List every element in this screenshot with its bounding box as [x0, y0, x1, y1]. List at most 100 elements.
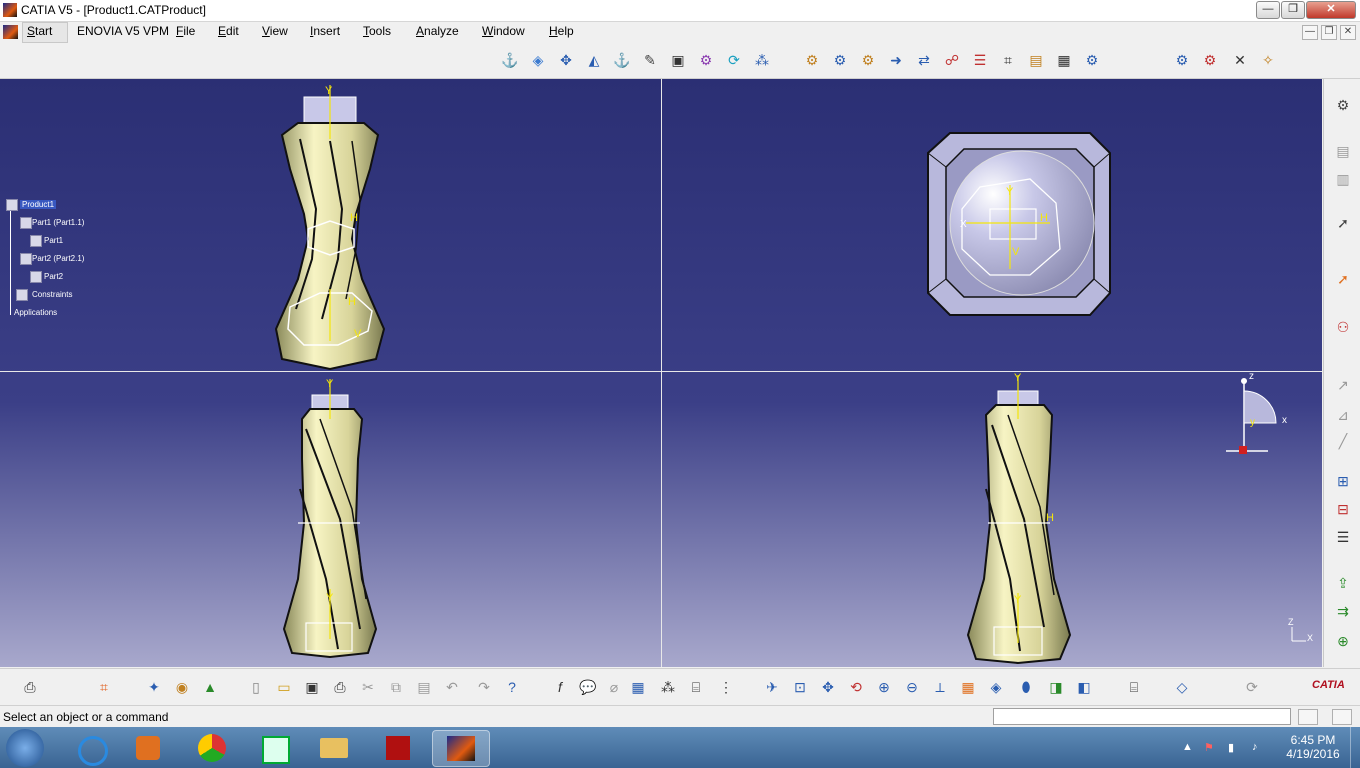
- close-button[interactable]: ✕: [1306, 1, 1356, 19]
- shapes-icon[interactable]: ▲: [200, 677, 220, 697]
- measure-icon[interactable]: ▣: [668, 50, 688, 70]
- component-icon[interactable]: [20, 253, 32, 265]
- 3d-viewport[interactable]: Y H H V Y H V X Y Y Y H Y z x y Z X Prod…: [0, 79, 1322, 667]
- redo-icon[interactable]: ↷: [474, 677, 494, 697]
- zoom-in-icon[interactable]: ⊕: [874, 677, 894, 697]
- drawing-app-icon[interactable]: [246, 730, 302, 765]
- part-gear-icon[interactable]: [30, 271, 42, 283]
- comment-icon[interactable]: 💬: [578, 677, 598, 697]
- refresh-icon[interactable]: ⟳: [1242, 677, 1262, 697]
- menu-view[interactable]: View: [262, 24, 288, 38]
- knowledge-icon[interactable]: ⁂: [658, 677, 678, 697]
- properties-icon[interactable]: ⌸: [1124, 677, 1144, 697]
- normal-view-icon[interactable]: ⟂: [930, 677, 950, 697]
- restore-button[interactable]: ❐: [1281, 1, 1305, 19]
- distance-icon[interactable]: ✕: [1230, 50, 1250, 70]
- catia-app-icon[interactable]: [3, 3, 17, 17]
- zoom-out-icon[interactable]: ⊖: [902, 677, 922, 697]
- camera-icon[interactable]: ⎙: [20, 677, 40, 697]
- pattern-icon[interactable]: ⁂: [752, 50, 772, 70]
- fit-all-icon[interactable]: ⊡: [790, 677, 810, 697]
- save-icon[interactable]: ▣: [302, 677, 322, 697]
- signal-icon[interactable]: ▮: [1228, 741, 1234, 754]
- hide-show-icon[interactable]: ◨: [1046, 677, 1066, 697]
- command-options-button[interactable]: [1332, 709, 1352, 725]
- iso-view-icon[interactable]: ◈: [986, 677, 1006, 697]
- product-icon[interactable]: [6, 199, 18, 211]
- windows-start-orb-icon[interactable]: [6, 729, 44, 767]
- component-icon[interactable]: ⚙: [830, 50, 850, 70]
- chrome-browser-icon[interactable]: [184, 730, 240, 765]
- ie-browser-icon[interactable]: [62, 730, 118, 766]
- reorder-list-icon[interactable]: ☰: [1332, 527, 1354, 547]
- constraint-icon[interactable]: ⊞: [1332, 471, 1354, 491]
- explode-icon[interactable]: ⚙: [696, 50, 716, 70]
- menu-tools[interactable]: Tools: [363, 24, 391, 38]
- anchor-icon[interactable]: ⚓: [612, 50, 632, 70]
- insert-existing-icon[interactable]: ➜: [886, 50, 906, 70]
- manipulate-icon[interactable]: ✥: [556, 50, 576, 70]
- mdi-restore-button[interactable]: ❐: [1321, 25, 1337, 40]
- copy-icon[interactable]: ⧉: [386, 677, 406, 697]
- catia-logo-icon[interactable]: [3, 25, 18, 39]
- minimize-button[interactable]: —: [1256, 1, 1280, 19]
- reorder-icon[interactable]: ☰: [970, 50, 990, 70]
- select-arrow-icon[interactable]: ➚: [1332, 269, 1354, 289]
- menu-file[interactable]: File: [176, 24, 195, 38]
- paste-icon[interactable]: ▤: [414, 677, 434, 697]
- tree-item-applications[interactable]: Applications: [14, 308, 57, 317]
- show-desktop-button[interactable]: [1350, 727, 1360, 768]
- swap-space-icon[interactable]: ◧: [1074, 677, 1094, 697]
- pointer-select-icon[interactable]: ➚: [1332, 213, 1354, 233]
- mdi-minimize-button[interactable]: —: [1302, 25, 1318, 40]
- smart-move-icon[interactable]: ⊕: [1332, 631, 1354, 651]
- catalog-browser-icon[interactable]: ▥: [1332, 169, 1354, 189]
- pan-icon[interactable]: ✥: [818, 677, 838, 697]
- command-history-button[interactable]: [1298, 709, 1318, 725]
- network-warning-icon[interactable]: ⚑: [1204, 741, 1214, 754]
- select-icon[interactable]: ▦: [1054, 50, 1074, 70]
- menu-insert[interactable]: Insert: [310, 24, 340, 38]
- rotate-icon[interactable]: ⟲: [846, 677, 866, 697]
- tools-palette-icon[interactable]: ✦: [144, 677, 164, 697]
- compass[interactable]: [1226, 378, 1277, 454]
- multi-view-icon[interactable]: ▦: [958, 677, 978, 697]
- workbench-icon[interactable]: ⚙: [1332, 95, 1354, 115]
- fly-mode-icon[interactable]: ✈: [762, 677, 782, 697]
- open-folder-icon[interactable]: ▭: [274, 677, 294, 697]
- publish-icon[interactable]: ⇪: [1332, 573, 1354, 593]
- menu-enovia[interactable]: ENOVIA V5 VPM: [77, 24, 169, 38]
- cut-icon[interactable]: ✂: [358, 677, 378, 697]
- constraints-icon[interactable]: [16, 289, 28, 301]
- show-hidden-icons-icon[interactable]: ▲: [1182, 741, 1193, 753]
- acrobat-icon[interactable]: [370, 730, 426, 765]
- part-gear-icon[interactable]: [30, 235, 42, 247]
- new-file-icon[interactable]: ▯: [246, 677, 266, 697]
- move-icon[interactable]: ↗: [1332, 375, 1354, 395]
- sphere-icon[interactable]: ◉: [172, 677, 192, 697]
- snap-icon[interactable]: ⊿: [1332, 405, 1354, 425]
- menu-start[interactable]: Start: [27, 24, 52, 38]
- graph-tree-icon[interactable]: ☍: [942, 50, 962, 70]
- menu-window[interactable]: Window: [482, 24, 525, 38]
- shading-icon[interactable]: ⬮: [1016, 677, 1036, 697]
- assembly-features-icon[interactable]: ⊟: [1332, 499, 1354, 519]
- grid-icon[interactable]: ⌗: [94, 677, 114, 697]
- sectioning-icon[interactable]: ⚙: [1200, 50, 1220, 70]
- clash-icon[interactable]: ⚙: [1172, 50, 1192, 70]
- catia-taskbar-icon[interactable]: [432, 730, 490, 767]
- media-player-icon[interactable]: [120, 730, 176, 765]
- fix-constraint-icon[interactable]: ⚓: [500, 50, 520, 70]
- tree-item-constraints[interactable]: Constraints: [32, 290, 72, 299]
- assembly-component-icon[interactable]: ◈: [528, 50, 548, 70]
- attach-icon[interactable]: ⌀: [604, 677, 624, 697]
- volume-icon[interactable]: ♪: [1252, 741, 1258, 753]
- file-explorer-icon[interactable]: [306, 730, 362, 765]
- component-icon[interactable]: [20, 217, 32, 229]
- tree-root-product1[interactable]: Product1: [20, 200, 57, 209]
- menu-help[interactable]: Help: [549, 24, 574, 38]
- menu-edit[interactable]: Edit: [218, 24, 239, 38]
- tree-item-part2-instance[interactable]: Part2 (Part2.1): [32, 254, 84, 263]
- share-icon[interactable]: ⇉: [1332, 601, 1354, 621]
- replace-component-icon[interactable]: ⇄: [914, 50, 934, 70]
